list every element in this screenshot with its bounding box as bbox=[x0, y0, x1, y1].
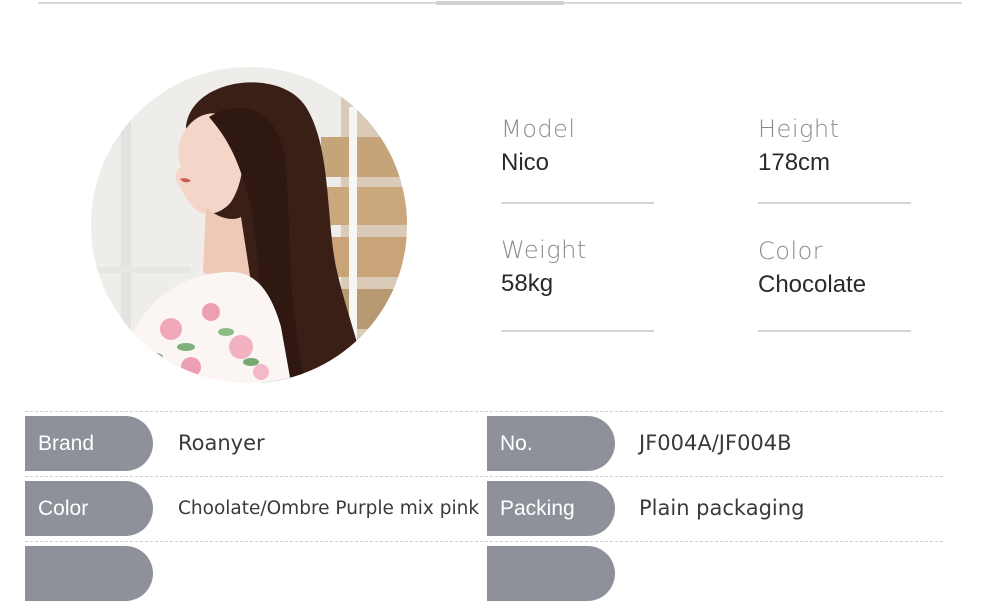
brand-tag: Brand bbox=[25, 416, 153, 471]
spec-divider bbox=[501, 330, 654, 332]
spec-label: Weight bbox=[501, 236, 587, 264]
spec-color: Color Chocolate bbox=[758, 237, 911, 299]
packing-tag: Packing bbox=[487, 481, 615, 536]
spec-label: Height bbox=[758, 115, 840, 143]
spec-height: Height 178cm bbox=[758, 115, 911, 177]
number-tag: No. bbox=[487, 416, 615, 471]
spec-model: Model Nico bbox=[501, 115, 654, 177]
active-tab-indicator bbox=[436, 1, 564, 5]
spec-divider bbox=[501, 202, 654, 204]
spec-value: Chocolate bbox=[758, 271, 867, 298]
packing-value: Plain packaging bbox=[639, 496, 805, 520]
number-value: JF004A/JF004B bbox=[639, 431, 792, 455]
spec-value: Nico bbox=[501, 149, 550, 176]
spec-divider bbox=[758, 330, 911, 332]
color-value: Choolate/Ombre Purple mix pink bbox=[178, 498, 480, 519]
spec-label: Model bbox=[501, 115, 576, 143]
color-tag: Color bbox=[25, 481, 153, 536]
next-row-tag bbox=[25, 546, 153, 601]
spec-weight: Weight 58kg bbox=[501, 236, 654, 298]
brand-value: Roanyer bbox=[178, 431, 265, 455]
spec-divider bbox=[758, 202, 911, 204]
spec-value: 178cm bbox=[758, 149, 831, 176]
spec-value: 58kg bbox=[501, 270, 554, 297]
portrait-photo bbox=[91, 67, 407, 383]
table-row-divider bbox=[25, 541, 943, 542]
table-row-divider bbox=[25, 476, 943, 477]
spec-label: Color bbox=[758, 237, 824, 265]
next-row-tag bbox=[487, 546, 615, 601]
model-portrait bbox=[91, 67, 407, 383]
table-row-divider bbox=[25, 411, 943, 412]
